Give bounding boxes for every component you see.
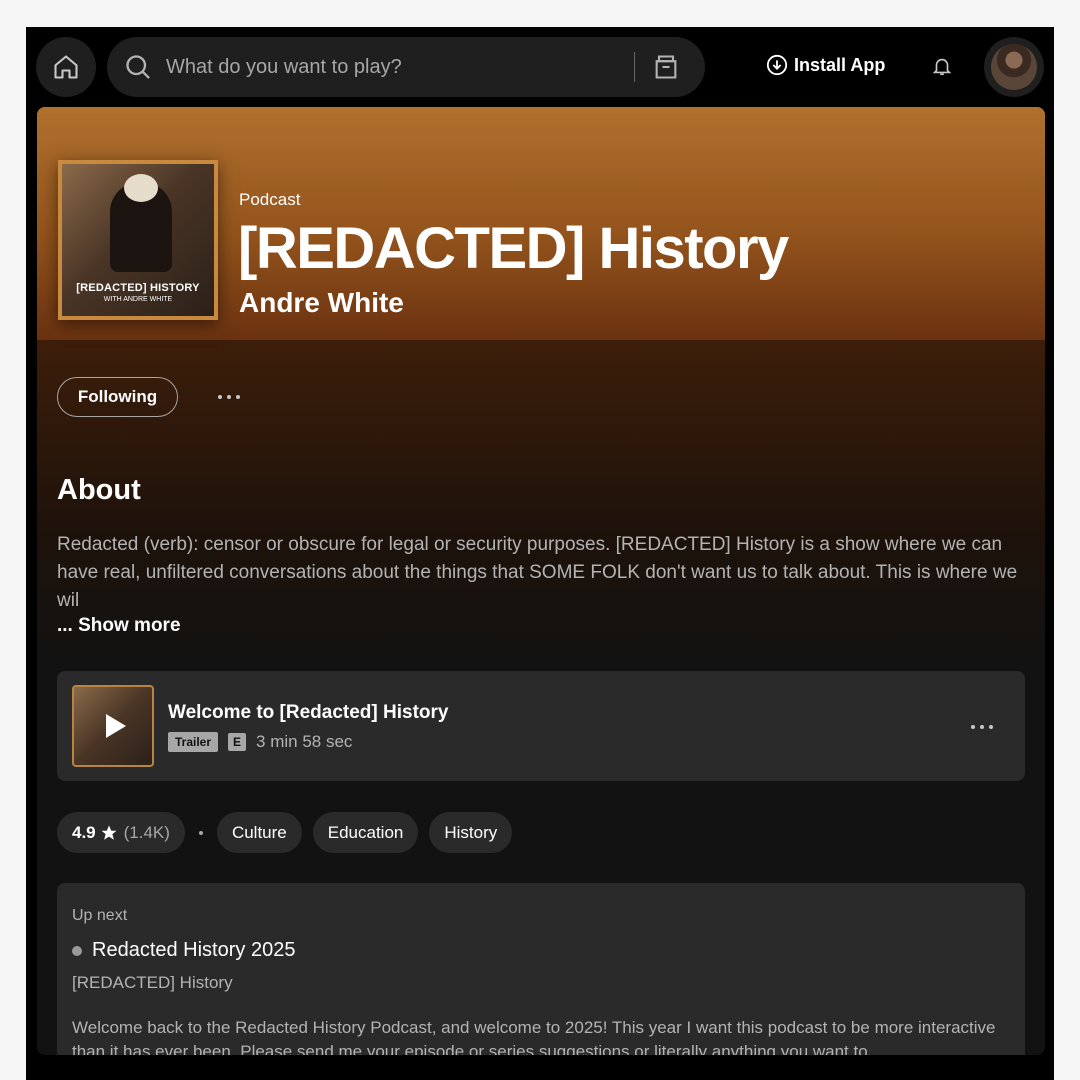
up-next-show[interactable]: [REDACTED] History bbox=[72, 973, 233, 993]
download-icon bbox=[766, 54, 788, 76]
about-heading: About bbox=[57, 474, 141, 506]
about-text: Redacted (verb): censor or obscure for l… bbox=[57, 534, 1018, 611]
more-icon bbox=[971, 725, 975, 729]
rating-score: 4.9 bbox=[72, 822, 96, 842]
search-input[interactable] bbox=[166, 55, 634, 79]
episode-duration: 3 min 58 sec bbox=[256, 732, 353, 751]
home-icon bbox=[54, 55, 78, 79]
podcast-title: [REDACTED] History bbox=[238, 216, 789, 281]
up-next-episode[interactable]: Redacted History 2025 bbox=[72, 939, 295, 962]
more-options-button[interactable] bbox=[209, 385, 249, 409]
more-icon bbox=[218, 395, 222, 399]
podcast-page: [REDACTED] HISTORY WITH ANDRE WHITE Podc… bbox=[37, 107, 1045, 1055]
cover-subtitle: WITH ANDRE WHITE bbox=[103, 296, 173, 303]
user-avatar[interactable] bbox=[984, 37, 1044, 97]
bell-icon bbox=[932, 58, 952, 76]
more-icon bbox=[980, 725, 984, 729]
play-icon bbox=[106, 714, 126, 738]
separator-dot bbox=[198, 830, 203, 835]
rating-count: (1.4K) bbox=[123, 822, 170, 842]
browse-button[interactable] bbox=[651, 52, 681, 82]
up-next-title[interactable]: Redacted History 2025 bbox=[92, 939, 295, 962]
following-button[interactable]: Following bbox=[57, 377, 178, 417]
rating-chip[interactable]: 4.9 (1.4K) bbox=[57, 812, 185, 853]
content-type-label: Podcast bbox=[239, 190, 301, 209]
up-next-label: Up next bbox=[72, 907, 128, 924]
browse-icon bbox=[655, 55, 677, 79]
more-icon bbox=[227, 395, 231, 399]
search-bar[interactable] bbox=[107, 37, 705, 97]
home-button[interactable] bbox=[36, 37, 96, 97]
episode-thumbnail[interactable] bbox=[72, 685, 154, 767]
search-divider bbox=[634, 52, 635, 82]
podcast-cover-art: [REDACTED] HISTORY WITH ANDRE WHITE bbox=[58, 160, 218, 320]
cover-title: [REDACTED] HISTORY bbox=[76, 282, 200, 294]
episode-meta: Trailer E 3 min 58 sec bbox=[168, 732, 352, 752]
notifications-button[interactable] bbox=[931, 54, 955, 80]
episode-more-button[interactable] bbox=[962, 715, 1002, 739]
up-next-description: Welcome back to the Redacted History Pod… bbox=[72, 1018, 996, 1055]
more-icon bbox=[989, 725, 993, 729]
category-chip-education[interactable]: Education bbox=[312, 812, 419, 853]
search-icon bbox=[123, 52, 153, 82]
podcast-author[interactable]: Andre White bbox=[239, 287, 404, 319]
episode-card[interactable]: Welcome to [Redacted] History Trailer E … bbox=[57, 671, 1025, 781]
up-next-card[interactable]: Up next Redacted History 2025 [REDACTED]… bbox=[57, 883, 1025, 1055]
category-chip-history[interactable]: History bbox=[429, 812, 513, 853]
rating-and-categories: 4.9 (1.4K) Culture Education History bbox=[57, 812, 513, 853]
status-dot bbox=[72, 945, 82, 956]
more-icon bbox=[236, 395, 240, 399]
app-window: Install App [REDACTED] HISTORY WITH ANDR… bbox=[26, 27, 1054, 1080]
cover-head bbox=[124, 174, 158, 202]
install-app-button[interactable]: Install App bbox=[766, 54, 885, 76]
avatar-image bbox=[991, 44, 1037, 90]
explicit-badge: E bbox=[228, 733, 247, 751]
trailer-badge: Trailer bbox=[168, 732, 219, 752]
category-chip-culture[interactable]: Culture bbox=[216, 812, 302, 853]
star-icon bbox=[101, 825, 117, 840]
install-app-label: Install App bbox=[794, 54, 886, 75]
episode-title[interactable]: Welcome to [Redacted] History bbox=[168, 702, 448, 724]
show-more-link[interactable]: ... Show more bbox=[57, 615, 181, 637]
